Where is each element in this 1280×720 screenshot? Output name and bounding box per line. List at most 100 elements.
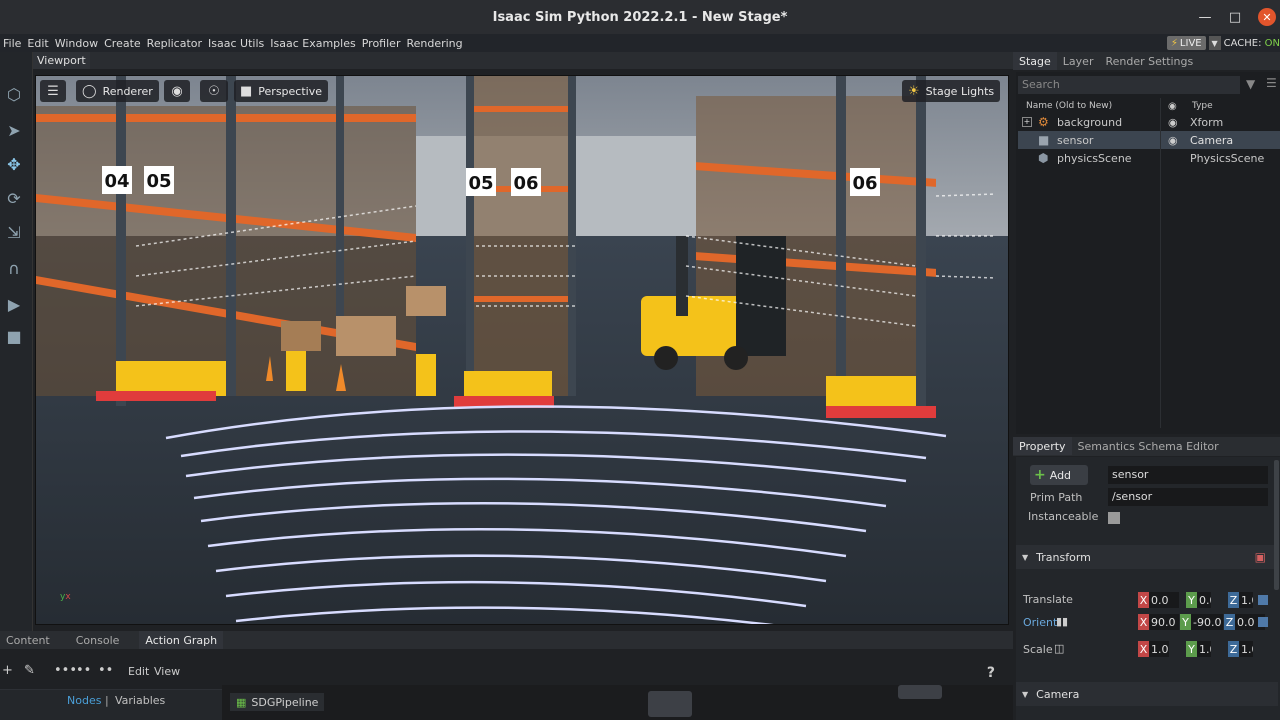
edit-icon[interactable]: ✎ bbox=[24, 663, 35, 678]
view-menu[interactable]: View bbox=[154, 665, 180, 678]
visibility-icon[interactable]: ◉ bbox=[1168, 134, 1178, 147]
pipeline-label: SDGPipeline bbox=[251, 695, 319, 709]
menu-file[interactable]: File bbox=[0, 37, 24, 50]
prim-name-field[interactable]: sensor bbox=[1108, 466, 1268, 484]
visibility-icon[interactable]: ◉ bbox=[1168, 116, 1178, 129]
layout-icon[interactable]: •• bbox=[76, 663, 91, 678]
help-icon[interactable]: ? bbox=[987, 665, 995, 681]
property-scrollbar[interactable] bbox=[1274, 460, 1279, 590]
orient-x-field[interactable]: X 90.0 bbox=[1138, 614, 1179, 630]
tab-action-graph[interactable]: Action Graph bbox=[139, 631, 224, 649]
x-axis-label: X bbox=[1138, 641, 1149, 657]
close-icon[interactable]: ✕ bbox=[1258, 8, 1276, 26]
menu-icon[interactable]: ☰ bbox=[1266, 76, 1277, 90]
scale-y-field[interactable]: Y1.0 bbox=[1186, 641, 1211, 657]
visibility-button[interactable]: ◉ bbox=[164, 80, 190, 102]
edit-menu[interactable]: Edit bbox=[128, 665, 149, 678]
minimize-icon[interactable]: — bbox=[1192, 4, 1218, 30]
orient-mode-icon[interactable]: ▮▮ bbox=[1056, 615, 1068, 628]
menu-create[interactable]: Create bbox=[101, 37, 144, 50]
translate-keyframe-icon[interactable] bbox=[1258, 595, 1268, 605]
viewport-canvas[interactable]: 04 05 05 06 06 ☰ ◯ Renderer ◉ ☉ ■ Perspect… bbox=[35, 75, 1009, 625]
tab-nodes[interactable]: Nodes bbox=[67, 694, 101, 707]
tab-content[interactable]: Content bbox=[0, 631, 56, 649]
eye-header-icon[interactable]: ◉ bbox=[1168, 101, 1177, 112]
tab-semantics-schema-editor[interactable]: Semantics Schema Editor bbox=[1072, 437, 1225, 455]
orient-keyframe-icon[interactable] bbox=[1258, 617, 1268, 627]
nodes-variables-row: Nodes | Variables bbox=[0, 689, 222, 720]
tree-row-name: background bbox=[1057, 115, 1123, 129]
camera-button[interactable]: ■ Perspective bbox=[234, 80, 329, 102]
more-icon[interactable]: ••• bbox=[54, 663, 77, 678]
scale-icon[interactable]: ⇲ bbox=[4, 222, 24, 242]
graph-node[interactable] bbox=[898, 685, 942, 699]
collapse-icon: ▼ bbox=[1022, 552, 1029, 562]
translate-y-field[interactable]: Y0.0 bbox=[1186, 592, 1211, 608]
scale-link-icon[interactable]: ◫ bbox=[1054, 642, 1064, 655]
tab-render-settings[interactable]: Render Settings bbox=[1099, 52, 1199, 70]
stage-lights-button[interactable]: ☀ Stage Lights bbox=[902, 80, 1001, 102]
column-divider bbox=[1160, 98, 1161, 428]
col-name-header[interactable]: Name (Old to New) bbox=[1026, 101, 1112, 111]
expand-icon[interactable]: + bbox=[1022, 117, 1032, 127]
menu-isaac-utils[interactable]: Isaac Utils bbox=[205, 37, 267, 50]
tree-row-background[interactable]: + ⚙ background ◉ Xform bbox=[1018, 113, 1280, 131]
tab-variables[interactable]: Variables bbox=[115, 694, 165, 707]
instanceable-label: Instanceable bbox=[1028, 510, 1099, 523]
translate-x-field[interactable]: X 0.0 bbox=[1138, 592, 1179, 608]
move-icon[interactable]: ✥ bbox=[4, 154, 24, 174]
menu-rendering[interactable]: Rendering bbox=[403, 37, 465, 50]
col-type-header[interactable]: Type bbox=[1192, 101, 1213, 111]
tab-console[interactable]: Console bbox=[70, 631, 126, 649]
prim-path-field[interactable]: /sensor bbox=[1108, 488, 1268, 506]
live-dropdown-icon[interactable]: ▼ bbox=[1208, 36, 1221, 50]
scale-z-field[interactable]: Z1.0 bbox=[1228, 641, 1253, 657]
snap-icon[interactable]: ∩ bbox=[4, 258, 24, 278]
menu-isaac-examples[interactable]: Isaac Examples bbox=[267, 37, 358, 50]
graph-canvas[interactable]: ▦ SDGPipeline bbox=[222, 685, 1013, 720]
menu-profiler[interactable]: Profiler bbox=[359, 37, 404, 50]
stop-icon[interactable]: ■ bbox=[4, 326, 24, 346]
scale-x-field[interactable]: X 1.0 bbox=[1138, 641, 1169, 657]
pipeline-tab[interactable]: ▦ SDGPipeline bbox=[230, 693, 325, 711]
tree-row-sensor[interactable]: ■ sensor ◉ Camera bbox=[1018, 131, 1280, 149]
instanceable-checkbox[interactable] bbox=[1108, 512, 1120, 524]
renderer-button[interactable]: ◯ Renderer bbox=[76, 80, 159, 102]
scale-x-value: 1.0 bbox=[1149, 641, 1169, 657]
tree-row-type: Camera bbox=[1190, 133, 1234, 147]
transform-section-header[interactable]: ▼ Transform ▣ bbox=[1016, 545, 1278, 569]
graph-node[interactable] bbox=[648, 691, 692, 717]
maximize-icon[interactable]: □ bbox=[1222, 4, 1248, 30]
orient-y-field[interactable]: Y -90.0 bbox=[1180, 614, 1223, 630]
tab-stage[interactable]: Stage bbox=[1013, 52, 1057, 70]
select-arrow-icon[interactable]: ➤ bbox=[4, 120, 24, 140]
translate-z-field[interactable]: Z1.0 bbox=[1228, 592, 1253, 608]
filter-icon[interactable]: ▼ bbox=[1246, 77, 1255, 91]
stage-search-input[interactable]: Search bbox=[1018, 76, 1240, 94]
warehouse-scene: 04 05 05 06 06 bbox=[36, 76, 1008, 624]
graph-icon: ▦ bbox=[236, 695, 247, 709]
tab-property[interactable]: Property bbox=[1013, 437, 1072, 455]
z-axis-label: Z bbox=[1228, 592, 1239, 608]
action-graph-panel: + ✎ ••• •• •• Edit View ? Nodes | Variab… bbox=[0, 649, 1013, 720]
add-icon[interactable]: + bbox=[2, 663, 13, 678]
transform-gizmo-icon[interactable]: ▣ bbox=[1255, 550, 1266, 564]
live-button[interactable]: ⚡ LIVE bbox=[1166, 36, 1206, 50]
menu-edit[interactable]: Edit bbox=[24, 37, 51, 50]
add-button[interactable]: + Add bbox=[1030, 465, 1088, 485]
viewport-settings-button[interactable]: ☰ bbox=[40, 80, 66, 102]
layout-alt-icon[interactable]: •• bbox=[98, 663, 113, 678]
play-icon[interactable]: ▶ bbox=[4, 294, 24, 314]
camera-section-header[interactable]: ▼ Camera bbox=[1016, 682, 1278, 706]
select-mode-icon[interactable]: ⬡ bbox=[4, 84, 24, 104]
menu-window[interactable]: Window bbox=[52, 37, 101, 50]
menu-replicator[interactable]: Replicator bbox=[144, 37, 205, 50]
collapse-icon: ▼ bbox=[1022, 689, 1029, 699]
tree-row-physicsscene[interactable]: ⬢ physicsScene PhysicsScene bbox=[1018, 149, 1280, 167]
scale-z-value: 1.0 bbox=[1239, 641, 1253, 657]
tab-layer[interactable]: Layer bbox=[1057, 52, 1100, 70]
tab-viewport[interactable]: Viewport bbox=[33, 52, 90, 69]
rotate-icon[interactable]: ⟳ bbox=[4, 188, 24, 208]
sensor-button[interactable]: ☉ bbox=[200, 80, 228, 102]
orient-label[interactable]: Orient bbox=[1023, 616, 1057, 629]
